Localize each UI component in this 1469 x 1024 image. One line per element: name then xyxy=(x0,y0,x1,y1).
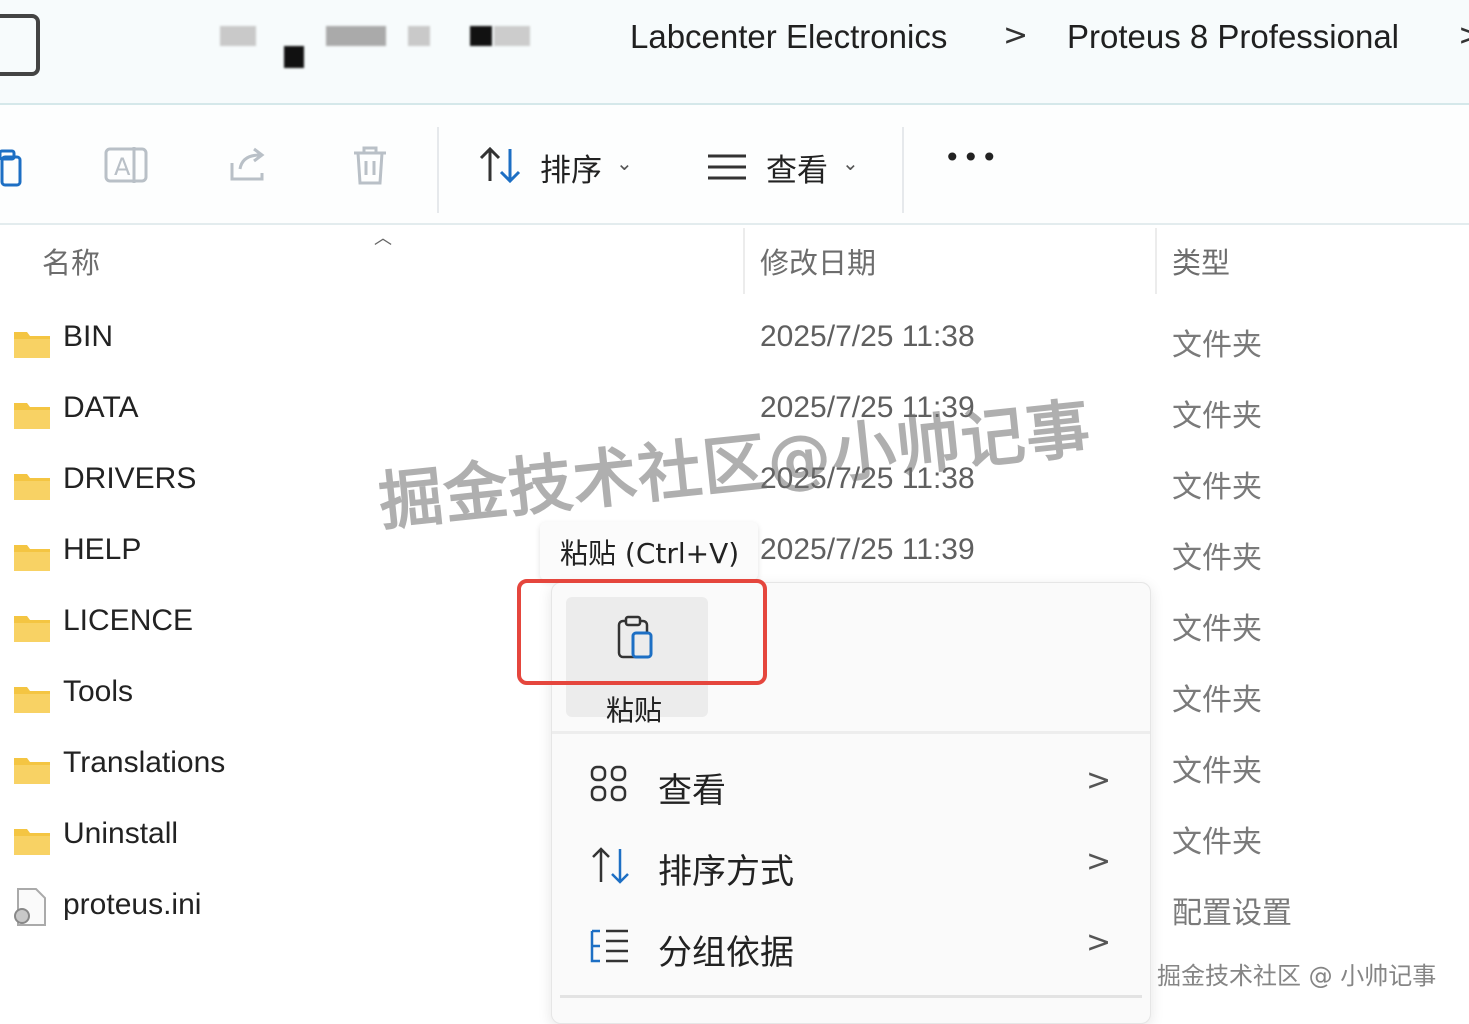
file-name: Translations xyxy=(63,746,226,779)
column-header-type[interactable]: 类型 xyxy=(1172,240,1230,282)
file-date: 2025/7/25 11:39 xyxy=(760,533,975,566)
chevron-down-icon: ⌄ xyxy=(842,151,859,175)
command-bar: A 排序 ⌄ 查看 ⌄ ••• xyxy=(0,105,1469,225)
file-type: 配置设置 xyxy=(1172,896,1292,931)
file-type: 文件夹 xyxy=(1172,683,1262,718)
settings-file-icon xyxy=(14,888,46,926)
address-bar[interactable]: Labcenter Electronics > Proteus 8 Profes… xyxy=(0,0,1469,105)
sort-ascending-icon: ︿ xyxy=(374,228,392,249)
paste-tooltip: 粘贴 (Ctrl+V) xyxy=(540,522,758,580)
breadcrumb-item[interactable]: Labcenter Electronics xyxy=(630,18,947,56)
menu-item-label: 分组依据 xyxy=(658,933,794,973)
tooltip-text: 粘贴 (Ctrl+V) xyxy=(560,537,740,570)
file-name: proteus.ini xyxy=(63,888,202,921)
chevron-down-icon: ⌄ xyxy=(616,151,633,175)
column-header-modified[interactable]: 修改日期 xyxy=(760,240,876,282)
menu-item-view[interactable]: 查看 > xyxy=(552,745,1150,825)
nav-icon[interactable] xyxy=(0,14,40,76)
menu-item-group-by[interactable]: 分组依据 > xyxy=(552,907,1150,987)
menu-item-sort-by[interactable]: 排序方式 > xyxy=(552,826,1150,906)
breadcrumb-separator: > xyxy=(1458,18,1469,53)
breadcrumb-separator: > xyxy=(1003,18,1029,53)
column-divider[interactable] xyxy=(743,228,745,294)
file-name: Tools xyxy=(63,675,134,708)
chevron-right-icon: > xyxy=(1086,925,1112,960)
file-type: 文件夹 xyxy=(1172,612,1262,647)
rename-icon[interactable]: A xyxy=(104,145,148,189)
folder-icon xyxy=(14,332,50,358)
blurred-path xyxy=(220,26,256,46)
file-name: BIN xyxy=(63,320,114,353)
sort-icon[interactable] xyxy=(478,145,522,189)
folder-icon xyxy=(14,829,50,855)
folder-icon xyxy=(14,616,50,642)
group-list-icon xyxy=(590,929,628,963)
breadcrumb-item[interactable]: Proteus 8 Professional xyxy=(1067,18,1399,56)
toolbar-divider xyxy=(902,127,904,213)
folder-icon xyxy=(14,545,50,571)
chevron-right-icon: > xyxy=(1086,844,1112,879)
file-name: LICENCE xyxy=(63,604,194,637)
file-type: 文件夹 xyxy=(1172,470,1262,505)
file-type: 文件夹 xyxy=(1172,825,1262,860)
paste-label: 粘贴 xyxy=(606,694,663,727)
grid-view-icon xyxy=(590,765,627,802)
menu-divider xyxy=(552,731,1150,734)
blurred-path xyxy=(284,46,304,68)
highlight-annotation xyxy=(517,579,767,685)
share-icon[interactable] xyxy=(228,145,270,189)
file-type: 文件夹 xyxy=(1172,399,1262,434)
blurred-path xyxy=(470,26,492,46)
column-divider[interactable] xyxy=(1155,228,1157,294)
file-date: 2025/7/25 11:38 xyxy=(760,320,975,353)
file-type: 文件夹 xyxy=(1172,541,1262,576)
menu-item-label: 查看 xyxy=(658,771,726,811)
file-type: 文件夹 xyxy=(1172,754,1262,789)
column-header-name[interactable]: 名称 xyxy=(42,240,100,282)
sort-icon xyxy=(592,847,629,884)
delete-icon[interactable] xyxy=(350,145,390,191)
menu-item-label: 排序方式 xyxy=(658,852,794,892)
file-type: 文件夹 xyxy=(1172,328,1262,363)
copy-icon[interactable] xyxy=(0,149,24,193)
file-name: DATA xyxy=(63,391,139,424)
blurred-path xyxy=(408,26,430,46)
svg-text:A: A xyxy=(114,153,131,181)
view-button[interactable]: 查看 xyxy=(766,145,828,190)
menu-divider xyxy=(560,995,1142,998)
view-icon[interactable] xyxy=(706,153,748,185)
folder-icon xyxy=(14,403,50,429)
watermark-corner: 掘金技术社区 @ 小帅记事 xyxy=(1157,962,1437,990)
file-name: HELP xyxy=(63,533,142,566)
chevron-right-icon: > xyxy=(1086,763,1112,798)
blurred-path xyxy=(494,26,530,46)
sort-button[interactable]: 排序 xyxy=(540,145,602,190)
folder-icon xyxy=(14,758,50,784)
folder-icon xyxy=(14,687,50,713)
blurred-path xyxy=(326,26,386,46)
more-options-button[interactable]: ••• xyxy=(944,141,1000,174)
file-name: Uninstall xyxy=(63,817,179,850)
file-name: DRIVERS xyxy=(63,462,197,495)
folder-icon xyxy=(14,474,50,500)
toolbar-divider xyxy=(437,127,439,213)
